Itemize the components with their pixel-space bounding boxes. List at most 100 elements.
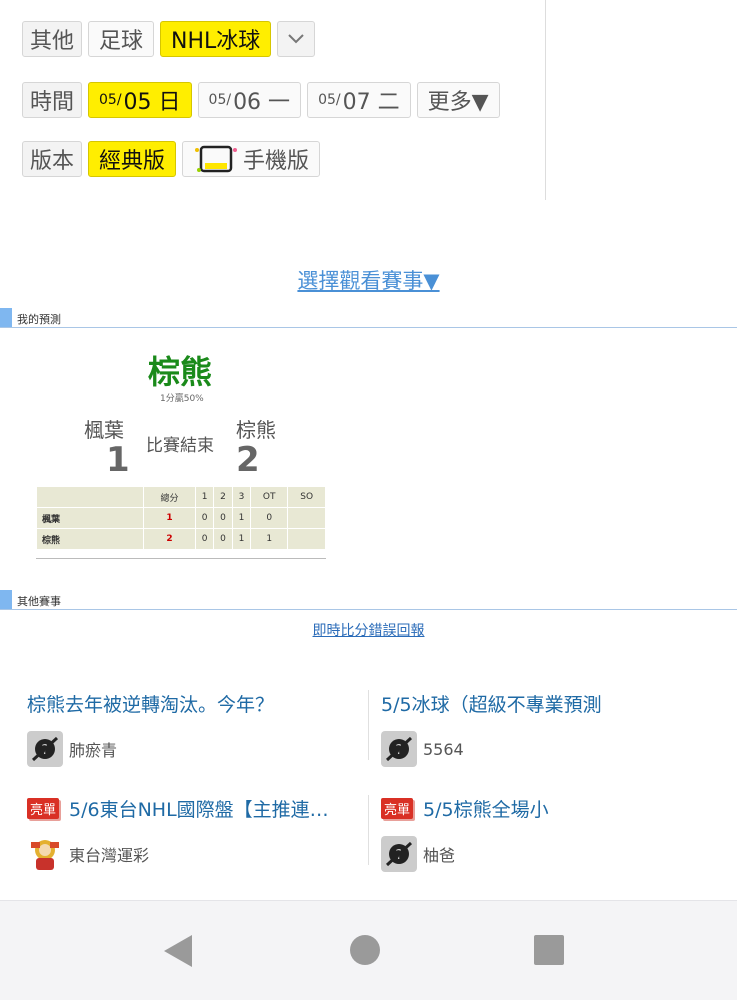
prediction-odds: 1分贏50% [160,394,204,404]
article-author: ? 5564 [381,731,721,767]
date-option-0506[interactable]: 05/ 06 一 [197,82,302,118]
filter-label-time: 時間 [22,82,82,118]
table-row: 楓葉 1 0 0 1 0 [36,507,326,529]
section-title: 我的預測 [17,313,61,326]
option-nhl-hockey[interactable]: NHL冰球 [160,21,272,57]
row-cell: 1 [250,528,289,550]
filter-label-other: 其他 [22,21,82,57]
article-item[interactable]: 亮單 5/5棕熊全場小 ? 柚爸 [381,795,721,872]
author-name: 5564 [423,739,464,759]
team1-score: 1 [106,440,130,480]
header-cell: 1 [194,486,215,508]
filter-row-version: 版本 經典版 手機版 [22,141,326,177]
date-prefix: 05/ [208,92,232,108]
header-cell: SO [287,486,326,508]
header-cell: 2 [213,486,233,508]
article-item[interactable]: 棕熊去年被逆轉淘汰。今年？ ? 肺瘀青 [27,690,367,767]
row-cell: 0 [213,507,233,529]
highlight-badge: 亮單 [381,798,414,819]
article-item[interactable]: 亮單 5/6東台NHL國際盤【主推連… 東台灣運彩 [27,795,367,872]
default-avatar-icon: ? [381,731,417,767]
article-author: ? 柚爸 [381,836,721,872]
page: 其他 足球 NHL冰球 時間 05/ 05 日 05/ 06 一 05/ 07 … [0,0,737,1000]
section-title: 其他賽事 [17,595,61,608]
row-cell: 1 [231,528,252,550]
default-avatar-icon: ? [27,731,63,767]
chevron-down-icon [288,34,304,44]
back-triangle-icon [164,935,192,967]
recent-apps-button[interactable] [532,933,566,971]
row-cell [287,507,326,529]
section-bar [0,308,12,327]
article-author: 東台灣運彩 [27,836,367,872]
score-table-header: 總分 1 2 3 OT SO [36,486,326,508]
home-button[interactable] [348,933,382,971]
article-title[interactable]: 棕熊去年被逆轉淘汰。今年？ [27,690,367,717]
article-title[interactable]: 5/5冰球（超級不專業預測 [381,690,721,717]
filter-row-date: 時間 05/ 05 日 05/ 06 一 05/ 07 二 更多▼ [22,82,506,118]
home-circle-icon [350,935,380,965]
divider [368,795,369,865]
row-cell: 0 [213,528,233,550]
row-cell [287,528,326,550]
author-name: 柚爸 [423,846,456,865]
row-cell: 0 [194,507,215,529]
row-total: 1 [143,507,196,529]
more-dates-button[interactable]: 更多▼ [416,82,500,118]
team1-name: 楓葉 [84,418,124,442]
author-name: 肺瘀青 [69,741,118,760]
divider [368,690,369,760]
row-total: 2 [143,528,196,550]
section-my-prediction: 我的預測 [0,308,737,328]
date-prefix: 05/ [99,92,122,108]
score-table: 總分 1 2 3 OT SO 楓葉 1 0 0 1 0 棕熊 2 0 0 1 1 [36,486,326,550]
section-other-games: 其他賽事 [0,590,737,610]
header-cell [36,486,144,508]
recent-square-icon [534,935,564,965]
table-underline [36,558,326,559]
score-error-report-link[interactable]: 即時比分錯誤回報 [0,620,737,640]
predicted-winner: 棕熊 [148,353,213,391]
article-author: ? 肺瘀青 [27,731,367,767]
default-avatar-icon: ? [381,836,417,872]
choose-game-link[interactable]: 選擇觀看賽事▼ [0,265,737,295]
phone-icon [195,145,238,173]
team2-name: 棕熊 [236,418,276,442]
option-mobile-version[interactable]: 手機版 [182,141,321,177]
game-status: 比賽結束 [146,436,214,456]
article-title-text: 5/6東台NHL國際盤【主推連… [69,799,329,821]
row-team: 楓葉 [36,507,144,529]
row-cell: 1 [231,507,252,529]
date-prefix: 05/ [318,92,341,108]
filter-label-version: 版本 [22,141,82,177]
date-main: 07 二 [342,90,400,115]
date-main: 05 日 [123,90,181,115]
header-cell: 3 [231,486,252,508]
row-team: 棕熊 [36,528,144,550]
date-option-0505[interactable]: 05/ 05 日 [88,82,192,118]
section-bar [0,590,12,609]
header-cell: OT [250,486,289,508]
option-classic-version[interactable]: 經典版 [88,141,177,177]
system-navigation-bar [0,900,737,1000]
divider [545,0,546,200]
date-option-0507[interactable]: 05/ 07 二 [307,82,411,118]
lottery-mascot-avatar-icon [27,836,63,872]
article-title[interactable]: 亮單 5/5棕熊全場小 [381,795,721,822]
mobile-version-label: 手機版 [243,149,310,174]
back-button[interactable] [160,933,196,973]
article-title-text: 5/5棕熊全場小 [423,799,549,821]
row-cell: 0 [194,528,215,550]
category-dropdown-button[interactable] [277,21,316,57]
filter-row-category: 其他 足球 NHL冰球 [22,21,321,57]
header-cell: 總分 [143,486,196,508]
option-soccer[interactable]: 足球 [88,21,155,57]
article-item[interactable]: 5/5冰球（超級不專業預測 ? 5564 [381,690,721,767]
author-name: 東台灣運彩 [69,846,150,865]
date-main: 06 一 [233,90,291,115]
highlight-badge: 亮單 [27,798,60,819]
article-title[interactable]: 亮單 5/6東台NHL國際盤【主推連… [27,795,367,822]
table-row: 棕熊 2 0 0 1 1 [36,528,326,550]
team2-score: 2 [236,440,260,480]
row-cell: 0 [250,507,289,529]
